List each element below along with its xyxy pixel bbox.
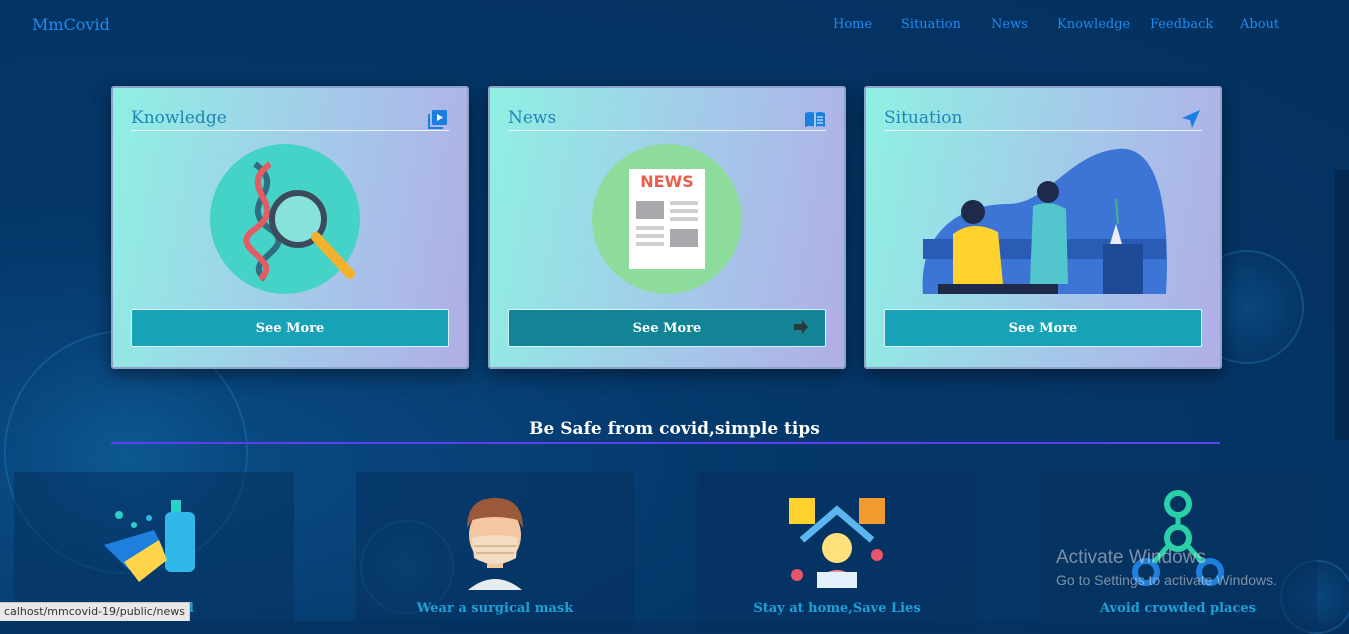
brand-logo[interactable]: MmCovid bbox=[32, 15, 110, 34]
navbar: MmCovid Home Situation News Knowledge Fe… bbox=[0, 0, 1349, 52]
see-more-label: See More bbox=[632, 320, 702, 336]
nav-link-news[interactable]: News bbox=[991, 17, 1028, 32]
situation-see-more-button[interactable]: See More bbox=[884, 309, 1202, 347]
card-divider bbox=[131, 130, 449, 131]
windows-activation-watermark: Activate Windows Go to Settings to activ… bbox=[1056, 547, 1277, 588]
situation-card: Situation See More bbox=[864, 86, 1222, 369]
tip-label: Wear a surgical mask bbox=[416, 601, 574, 616]
tips-divider bbox=[111, 442, 1220, 444]
open-book-icon bbox=[805, 112, 825, 127]
tip-card-surgical-mask: Wear a surgical mask bbox=[356, 472, 634, 632]
newspaper-illustration: NEWS bbox=[592, 144, 742, 294]
location-arrow-icon bbox=[1182, 110, 1200, 128]
tip-label: Stay at home,Save Lies bbox=[753, 601, 921, 616]
dna-magnifier-illustration bbox=[210, 144, 360, 294]
doctor-patient-illustration bbox=[922, 148, 1167, 294]
newspaper-headline: NEWS bbox=[640, 172, 694, 191]
watermark-title: Activate Windows bbox=[1056, 547, 1206, 568]
play-book-icon bbox=[428, 110, 447, 129]
status-bar-url: calhost/mmcovid-19/public/news bbox=[0, 602, 190, 621]
tips-heading: Be Safe from covid,simple tips bbox=[529, 419, 820, 439]
tip-card-stay-home: Stay at home,Save Lies bbox=[697, 472, 977, 632]
watermark-subtitle: Go to Settings to activate Windows. bbox=[1056, 572, 1277, 588]
nav-link-feedback[interactable]: Feedback bbox=[1150, 17, 1213, 32]
nav-link-about[interactable]: About bbox=[1240, 17, 1279, 32]
knowledge-see-more-button[interactable]: See More bbox=[131, 309, 449, 347]
card-title: Situation bbox=[884, 108, 963, 128]
card-title: Knowledge bbox=[131, 108, 227, 128]
tip-label: Avoid crowded places bbox=[1100, 601, 1256, 616]
nav-link-knowledge[interactable]: Knowledge bbox=[1057, 17, 1130, 32]
scrollbar[interactable] bbox=[1335, 170, 1349, 440]
nav-link-situation[interactable]: Situation bbox=[901, 17, 961, 32]
card-title: News bbox=[508, 108, 557, 128]
arrow-right-icon bbox=[794, 320, 808, 334]
card-divider bbox=[884, 130, 1202, 131]
knowledge-card: Knowledge See More bbox=[111, 86, 469, 369]
card-divider bbox=[508, 130, 826, 131]
stay-home-icon bbox=[789, 498, 885, 588]
hand-wash-icon bbox=[104, 500, 195, 582]
nav-link-home[interactable]: Home bbox=[833, 17, 872, 32]
news-see-more-button[interactable]: See More bbox=[508, 309, 826, 347]
news-card: News NEWS See More bbox=[488, 86, 846, 369]
masked-person-icon bbox=[467, 498, 523, 590]
